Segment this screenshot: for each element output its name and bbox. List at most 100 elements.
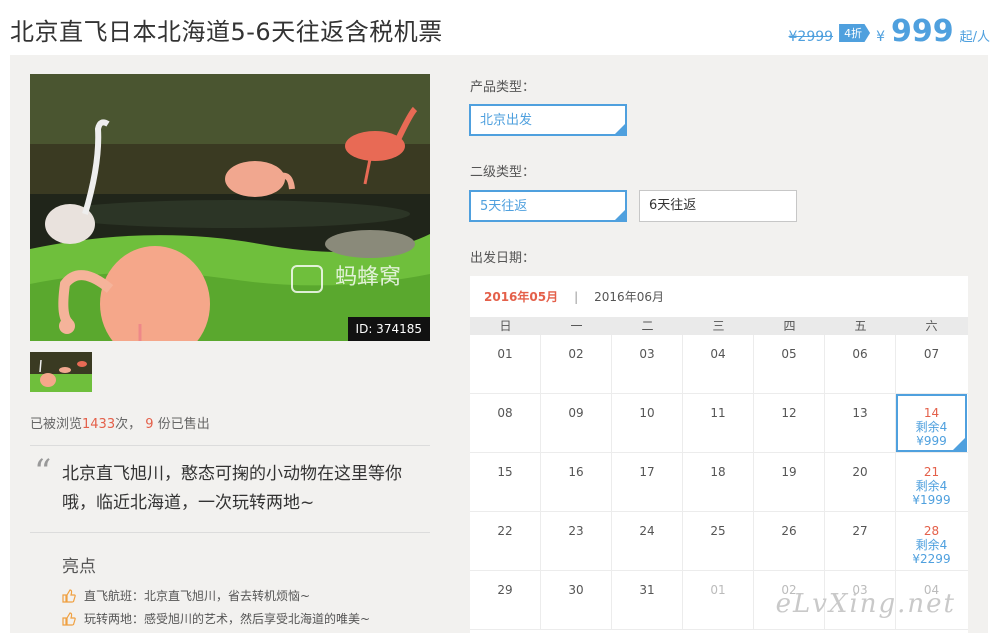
option-label: 6天往返 (649, 198, 697, 213)
day-number: 23 (568, 524, 584, 538)
original-price: ¥2999 (788, 29, 834, 45)
view-count: 1433 (82, 417, 116, 432)
sub-type-option-6day[interactable]: 6天往返 (639, 190, 797, 222)
calendar-day: 18 (683, 453, 754, 511)
calendar-day: 30 (541, 571, 612, 629)
site-watermark: eLvXing.net (775, 589, 956, 619)
day-number: 06 (852, 347, 868, 361)
quote-icon: “ (34, 452, 52, 492)
calendar-day: 13 (825, 394, 896, 452)
day-number: 09 (568, 406, 584, 420)
main-photo[interactable]: 蚂蜂窝 ID: 374185 (30, 74, 430, 341)
day-number: 28 (923, 524, 940, 538)
calendar-day: 29 (470, 571, 541, 629)
remaining-seats: 剩余4 (915, 538, 948, 552)
calendar-day: 04 (683, 335, 754, 393)
calendar-day: 26 (754, 512, 825, 570)
calendar-day: 31 (612, 571, 683, 629)
day-price: ¥1999 (912, 493, 951, 507)
discount-badge: 4折 (839, 24, 871, 42)
calendar-week-row: 01 02 03 04 05 06 07 (470, 335, 968, 394)
day-number: 25 (710, 524, 726, 538)
product-panel: 蚂蜂窝 ID: 374185 已被浏览1433次， 9 份已售出 “ 北京直飞旭… (10, 55, 988, 633)
day-number: 01 (710, 583, 726, 597)
option-label: 5天往返 (480, 199, 528, 214)
day-number: 18 (710, 465, 726, 479)
remaining-seats: 剩余4 (915, 479, 948, 493)
photo-id: ID: 374185 (347, 317, 430, 341)
option-label: 北京出发 (480, 113, 533, 128)
thumbs-up-icon (62, 588, 76, 603)
day-number: 05 (781, 347, 797, 361)
calendar-day: 03 (612, 335, 683, 393)
calendar-month-tabs: 2016年05月 | 2016年06月 (484, 288, 664, 305)
product-type-option-beijing[interactable]: 北京出发 ✓ (469, 104, 627, 136)
stats-prefix: 已被浏览 (30, 417, 83, 432)
calendar-day: 02 (541, 335, 612, 393)
tab-month-current[interactable]: 2016年05月 (484, 288, 558, 305)
day-number: 12 (781, 406, 797, 420)
remaining-seats: 剩余4 (915, 420, 948, 434)
calendar-day: 01 (683, 571, 754, 629)
check-icon: ✓ (617, 209, 624, 218)
calendar-day: 08 (470, 394, 541, 452)
day-number: 01 (497, 347, 513, 361)
photo-thumbnail[interactable] (30, 352, 92, 392)
day-number: 02 (568, 347, 584, 361)
price-unit: 起/人 (959, 30, 990, 45)
weekday-fri: 五 (854, 319, 867, 333)
calendar-day: 27 (825, 512, 896, 570)
product-type-label: 产品类型： (470, 80, 536, 95)
day-number: 26 (781, 524, 797, 538)
price: 999 (890, 14, 954, 49)
day-number: 31 (639, 583, 655, 597)
day-number: 20 (852, 465, 868, 479)
calendar-day: 07 (896, 335, 967, 393)
thumbs-up-icon (62, 611, 76, 626)
weekday-mon: 一 (570, 319, 583, 333)
calendar-day: 25 (683, 512, 754, 570)
day-number: 22 (497, 524, 513, 538)
sales-stats: 已被浏览1433次， 9 份已售出 (30, 413, 210, 432)
day-number: 21 (923, 465, 940, 479)
calendar-day: 11 (683, 394, 754, 452)
tab-month-next[interactable]: 2016年06月 (594, 288, 664, 305)
calendar-day-available[interactable]: 14 剩余4 ¥999 (896, 394, 967, 452)
calendar-day-available[interactable]: 28 剩余4 ¥2299 (896, 512, 967, 570)
calendar-week-row: 08 09 10 11 12 13 14 剩余4 ¥999 (470, 394, 968, 453)
highlight-text: 玩转两地：感受旭川的艺术，然后享受北海道的唯美~ (84, 612, 371, 626)
calendar-day: 23 (541, 512, 612, 570)
highlights-title: 亮点 (62, 557, 96, 577)
product-description: 北京直飞旭川，憨态可掬的小动物在这里等你哦，临近北海道，一次玩转两地~ (62, 464, 402, 513)
stats-mid: 次， (115, 417, 142, 432)
weekday-header: 日 一 二 三 四 五 六 (470, 317, 968, 335)
calendar-day: 20 (825, 453, 896, 511)
weekday-wed: 三 (712, 319, 725, 333)
day-number: 19 (781, 465, 797, 479)
stats-suffix: 份已售出 (157, 417, 210, 432)
date-label: 出发日期： (470, 251, 536, 266)
calendar-day: 19 (754, 453, 825, 511)
calendar-day-available[interactable]: 21 剩余4 ¥1999 (896, 453, 967, 511)
sub-type-option-5day[interactable]: 5天往返 ✓ (469, 190, 627, 222)
departure-calendar: 2016年05月 | 2016年06月 日 一 二 三 四 五 六 01 02 03… (470, 276, 968, 633)
calendar-day: 01 (470, 335, 541, 393)
weekday-sat: 六 (925, 319, 938, 333)
highlight-item: 玩转两地：感受旭川的艺术，然后享受北海道的唯美~ (62, 610, 370, 627)
calendar-week-row: 22 23 24 25 26 27 28 剩余4 ¥2299 (470, 512, 968, 571)
day-number: 24 (639, 524, 655, 538)
calendar-day: 06 (825, 335, 896, 393)
calendar-day: 05 (754, 335, 825, 393)
weekday-tue: 二 (641, 319, 654, 333)
weekday-thu: 四 (783, 319, 796, 333)
currency-symbol: ¥ (876, 29, 885, 45)
weekday-sun: 日 (499, 319, 512, 333)
calendar-grid: 01 02 03 04 05 06 07 08 09 10 11 12 13 14 剩余4 ¥999 15 16 1… (470, 335, 968, 630)
calendar-day: 22 (470, 512, 541, 570)
day-number: 10 (639, 406, 655, 420)
highlight-item: 直飞航班：北京直飞旭川，省去转机烦恼~ (62, 587, 310, 604)
flamingo-image: 蚂蜂窝 (30, 74, 430, 341)
day-number: 27 (852, 524, 868, 538)
calendar-day: 09 (541, 394, 612, 452)
day-number: 14 (923, 406, 940, 420)
